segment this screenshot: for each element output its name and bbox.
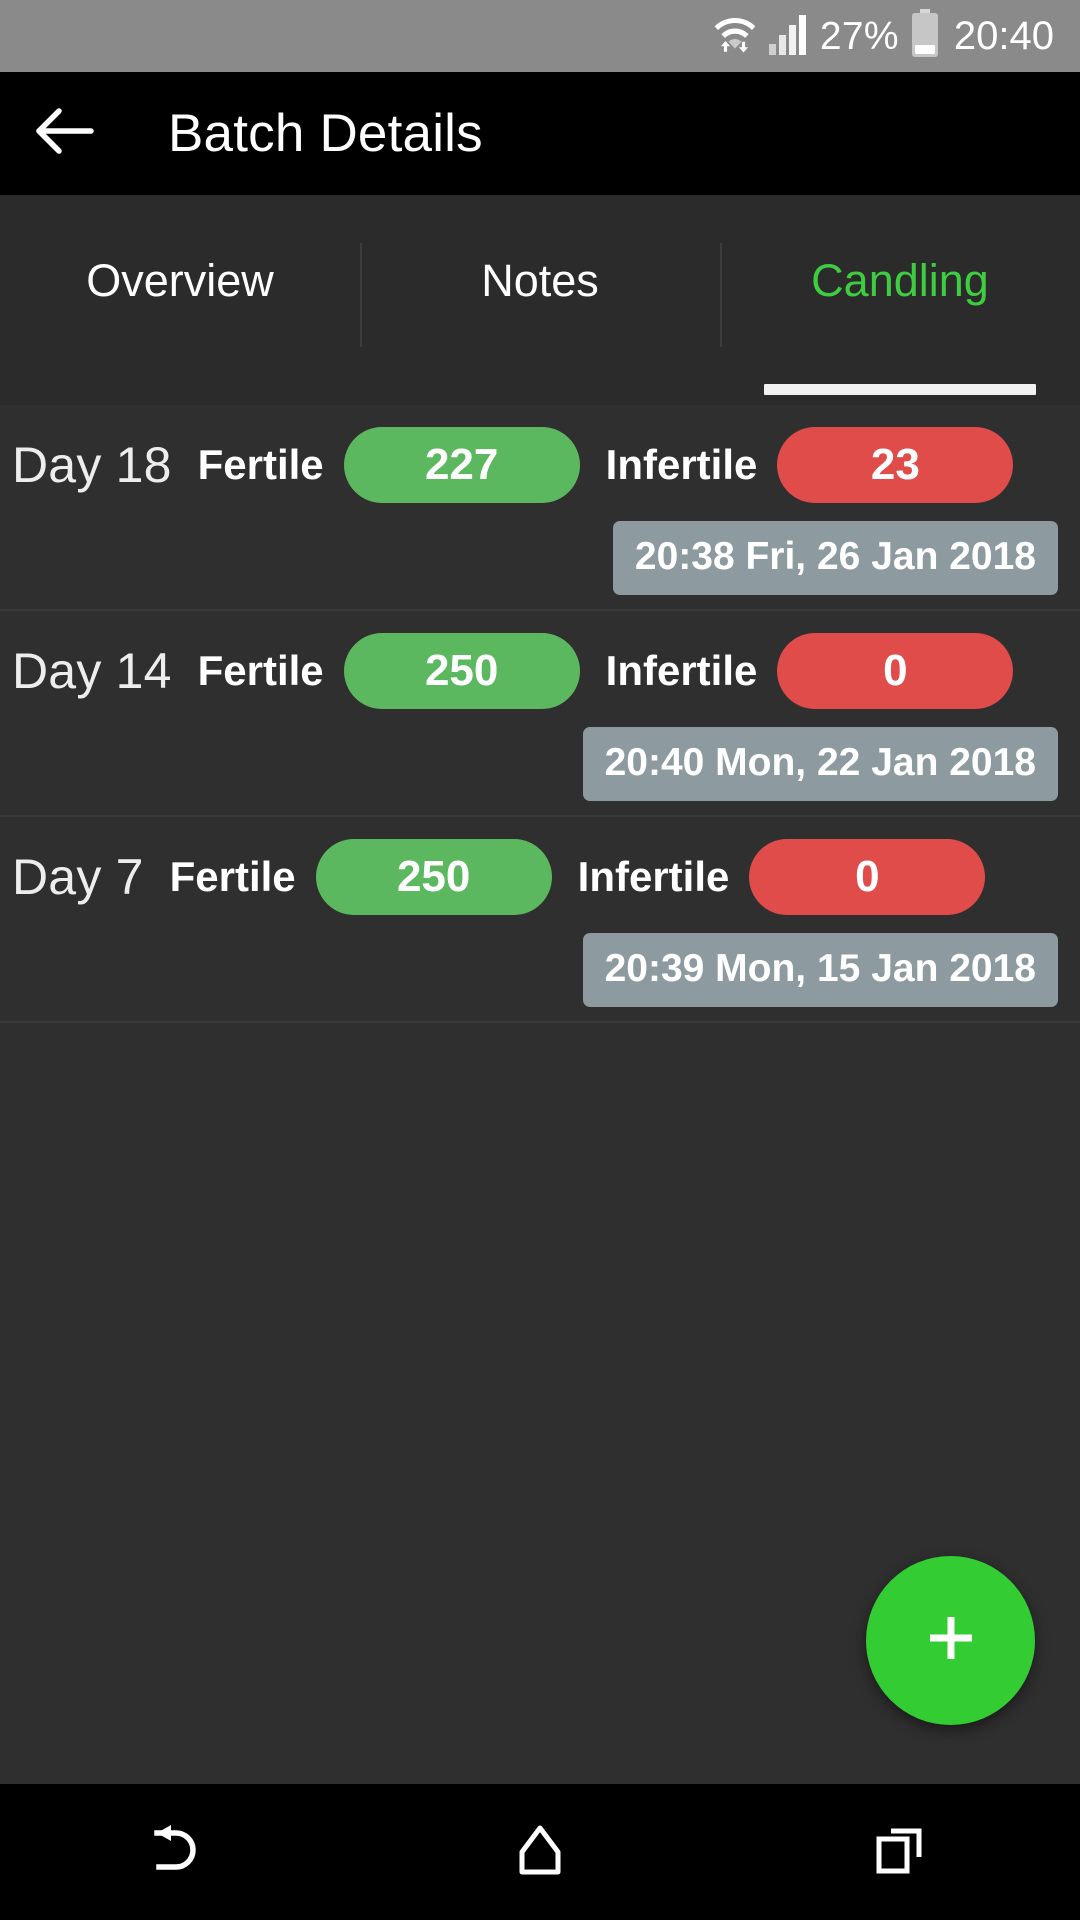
tab-bar: Overview Notes Candling — [0, 195, 1080, 405]
day-label: Day 7 — [12, 849, 144, 905]
day-label: Day 18 — [12, 437, 172, 493]
infertile-label: Infertile — [577, 853, 730, 900]
add-candling-fab[interactable] — [866, 1556, 1035, 1725]
fertile-label: Fertile — [197, 441, 324, 488]
infertile-label: Infertile — [605, 647, 758, 694]
timestamp-badge: 20:38 Fri, 26 Jan 2018 — [612, 521, 1058, 595]
fertile-label: Fertile — [169, 853, 296, 900]
table-row[interactable]: Day 14 Fertile 250 Infertile 0 20:40 Mon… — [0, 611, 1080, 817]
infertile-count-badge: 0 — [749, 839, 986, 915]
system-recents-icon — [871, 1821, 929, 1884]
candling-list: Day 18 Fertile 227 Infertile 23 20:38 Fr… — [0, 405, 1080, 1023]
fertile-count-badge: 250 — [343, 633, 580, 709]
wifi-data-transfer-icon — [712, 11, 758, 62]
nav-recents-button[interactable] — [720, 1821, 1080, 1884]
tab-notes-label: Notes — [481, 255, 599, 306]
back-arrow-icon — [33, 103, 97, 164]
battery-percent-label: 27% — [819, 14, 899, 58]
candling-row-main: Day 18 Fertile 227 Infertile 23 — [0, 427, 1080, 503]
timestamp-badge: 20:40 Mon, 22 Jan 2018 — [582, 727, 1058, 801]
nav-back-button[interactable] — [0, 1822, 360, 1883]
tab-overview-label: Overview — [86, 255, 274, 306]
fertile-count-badge: 250 — [315, 839, 552, 915]
system-home-icon — [512, 1822, 568, 1883]
tab-active-indicator — [764, 384, 1036, 395]
status-bar: 27% 20:40 — [0, 0, 1080, 72]
candling-row-timestamp-wrap: 20:39 Mon, 15 Jan 2018 — [0, 933, 1080, 1007]
day-label: Day 14 — [12, 643, 172, 699]
fertile-label: Fertile — [197, 647, 324, 694]
plus-icon — [920, 1607, 982, 1674]
system-navigation-bar — [0, 1784, 1080, 1920]
app-screen: 27% 20:40 Batch Details Overview Notes C… — [0, 0, 1080, 1920]
cellular-signal-icon — [768, 13, 809, 60]
infertile-label: Infertile — [605, 441, 758, 488]
tab-overview[interactable]: Overview — [0, 195, 360, 405]
battery-low-icon — [910, 8, 940, 64]
tab-notes[interactable]: Notes — [360, 195, 720, 405]
system-back-icon — [149, 1822, 211, 1883]
nav-home-button[interactable] — [360, 1822, 720, 1883]
candling-row-timestamp-wrap: 20:40 Mon, 22 Jan 2018 — [0, 727, 1080, 801]
fertile-count-badge: 227 — [343, 427, 580, 503]
tab-candling[interactable]: Candling — [720, 195, 1080, 405]
table-row[interactable]: Day 18 Fertile 227 Infertile 23 20:38 Fr… — [0, 405, 1080, 611]
tab-candling-label: Candling — [811, 255, 989, 306]
infertile-count-badge: 0 — [777, 633, 1014, 709]
infertile-count-badge: 23 — [777, 427, 1014, 503]
status-bar-icons: 27% 20:40 — [712, 8, 1054, 64]
candling-row-timestamp-wrap: 20:38 Fri, 26 Jan 2018 — [0, 521, 1080, 595]
candling-row-main: Day 7 Fertile 250 Infertile 0 — [0, 839, 1080, 915]
timestamp-badge: 20:39 Mon, 15 Jan 2018 — [582, 933, 1058, 1007]
app-bar: Batch Details — [0, 72, 1080, 195]
candling-row-main: Day 14 Fertile 250 Infertile 0 — [0, 633, 1080, 709]
back-button[interactable] — [10, 72, 120, 195]
status-bar-clock: 20:40 — [953, 14, 1054, 58]
table-row[interactable]: Day 7 Fertile 250 Infertile 0 20:39 Mon,… — [0, 817, 1080, 1023]
page-title: Batch Details — [168, 104, 483, 163]
